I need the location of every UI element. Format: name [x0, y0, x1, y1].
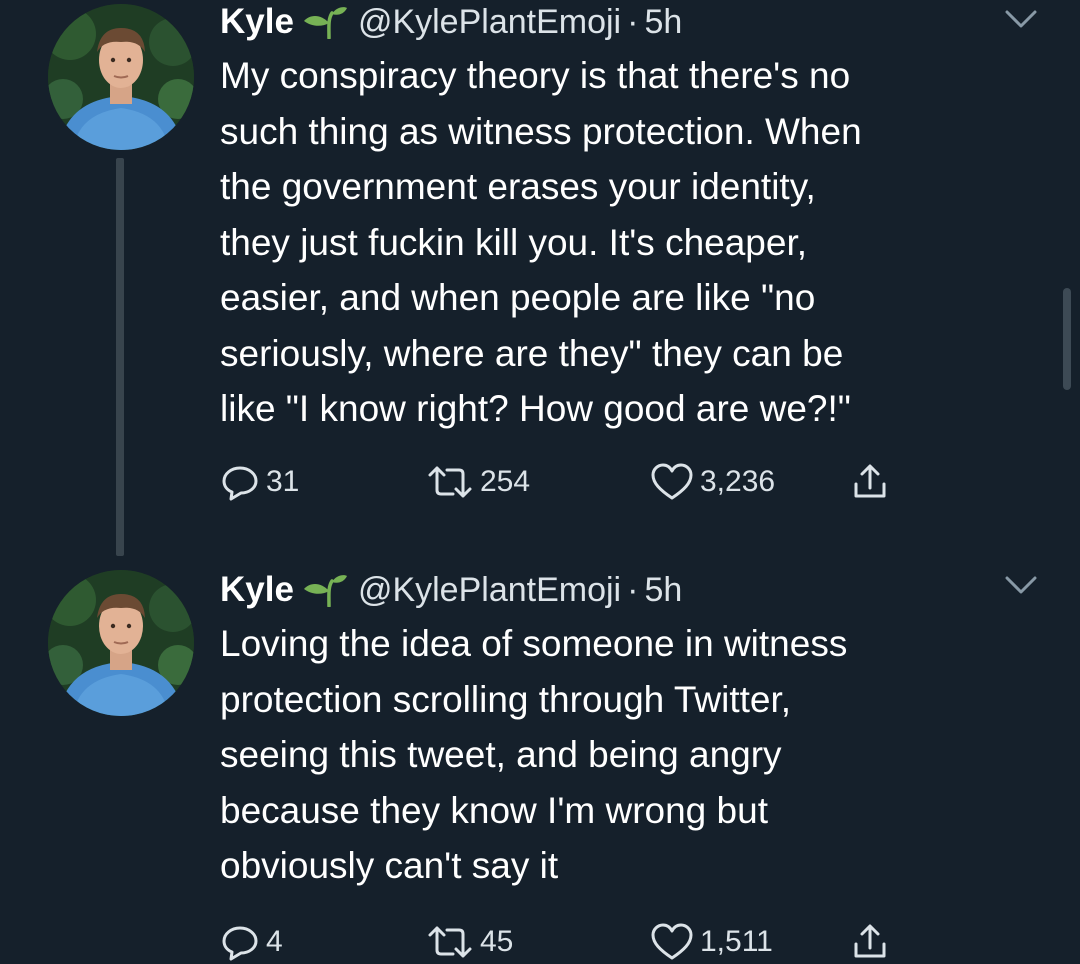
author-name[interactable]: Kyle	[220, 570, 294, 610]
heart-icon	[651, 923, 693, 960]
tweet-text-line: because they know I'm wrong but	[220, 789, 768, 831]
separator: ·	[627, 570, 639, 609]
reply-icon	[222, 466, 258, 501]
retweet-count: 45	[480, 925, 514, 958]
tweet-text-line: they just fuckin kill you. It's cheaper,	[220, 221, 808, 263]
like-button[interactable]: 3,236	[650, 460, 775, 504]
seedling-icon	[303, 7, 347, 39]
like-button[interactable]: 1,511	[650, 920, 773, 964]
author-handle[interactable]: @KylePlantEmoji	[358, 3, 621, 42]
retweet-button[interactable]: 45	[426, 920, 513, 964]
retweet-icon	[428, 926, 472, 958]
share-button[interactable]	[850, 920, 890, 964]
heart-icon	[651, 463, 693, 500]
tweet[interactable]: Kyle @KylePlantEmoji · 5h Loving the ide…	[0, 560, 1080, 964]
share-icon	[854, 464, 886, 498]
share-icon	[854, 924, 886, 958]
profile-photo	[48, 4, 194, 150]
share-button[interactable]	[850, 460, 890, 504]
avatar[interactable]	[48, 4, 194, 150]
action-bar: 4 45 1,511	[220, 920, 920, 964]
tweet-header: Kyle @KylePlantEmoji · 5h	[220, 568, 682, 612]
tweet-text-line: Loving the idea of someone in witness	[220, 623, 848, 664]
chevron-down-icon[interactable]	[1004, 8, 1038, 30]
tweet[interactable]: Kyle @KylePlantEmoji · 5h My conspiracy …	[0, 0, 1080, 560]
retweet-icon	[428, 466, 472, 498]
profile-photo	[48, 570, 194, 716]
tweet-text-line: protection scrolling through Twitter,	[220, 678, 792, 720]
tweet-text-line: seriously, where are they" they can be	[220, 332, 844, 374]
tweet-text-line: like "I know right? How good are we?!"	[220, 388, 851, 429]
retweet-count: 254	[480, 465, 531, 498]
chevron-down-icon[interactable]	[1004, 574, 1038, 596]
retweet-button[interactable]: 254	[426, 460, 530, 504]
like-count: 3,236	[700, 465, 776, 498]
reply-icon	[222, 926, 258, 961]
tweet-header: Kyle @KylePlantEmoji · 5h	[220, 0, 682, 44]
tweet-text: My conspiracy theory is that there's no …	[220, 48, 1060, 437]
reply-count: 31	[266, 465, 300, 498]
tweet-text-line: the government erases your identity,	[220, 166, 816, 207]
avatar[interactable]	[48, 570, 194, 716]
timestamp[interactable]: 5h	[644, 571, 682, 610]
author-handle[interactable]: @KylePlantEmoji	[358, 571, 621, 610]
like-count: 1,511	[700, 925, 773, 958]
tweet-text-line: such thing as witness protection. When	[220, 110, 862, 152]
separator: ·	[627, 2, 639, 41]
reply-button[interactable]: 4	[220, 920, 283, 964]
reply-count: 4	[266, 925, 283, 958]
seedling-icon	[303, 575, 347, 607]
tweet-text-line: obviously can't say it	[220, 845, 559, 886]
reply-button[interactable]: 31	[220, 460, 299, 504]
thread-line	[116, 158, 124, 556]
author-name[interactable]: Kyle	[220, 2, 294, 42]
tweet-text-line: easier, and when people are like "no	[220, 277, 816, 318]
tweet-text-line: seeing this tweet, and being angry	[220, 734, 782, 775]
action-bar: 31 254 3,236	[220, 460, 920, 504]
tweet-text: Loving the idea of someone in witness pr…	[220, 616, 1060, 894]
tweet-text-line: My conspiracy theory is that there's no	[220, 55, 851, 96]
timestamp[interactable]: 5h	[644, 3, 682, 42]
